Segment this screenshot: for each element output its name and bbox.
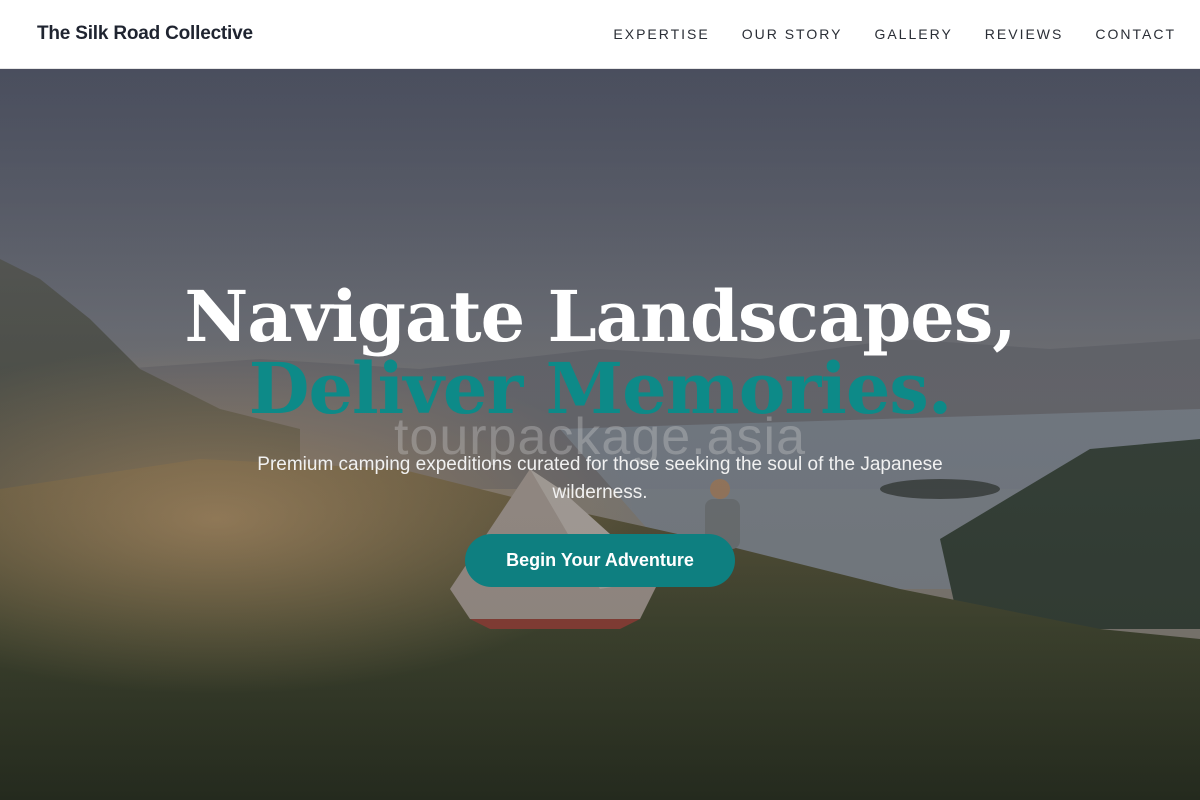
- top-navbar: The Silk Road Collective EXPERTISE OUR S…: [0, 0, 1200, 69]
- nav-link-our-story[interactable]: OUR STORY: [742, 26, 843, 42]
- hero-headline: Navigate Landscapes, Deliver Memories.: [0, 281, 1200, 425]
- nav-link-contact[interactable]: CONTACT: [1095, 26, 1176, 42]
- nav-link-reviews[interactable]: REVIEWS: [985, 26, 1064, 42]
- hero-headline-line1: Navigate Landscapes,: [184, 275, 1016, 358]
- main-nav: EXPERTISE OUR STORY GALLERY REVIEWS CONT…: [613, 26, 1176, 42]
- brand-logo-text[interactable]: The Silk Road Collective: [37, 23, 253, 45]
- hero-content: Navigate Landscapes, Deliver Memories. t…: [0, 69, 1200, 800]
- begin-adventure-button[interactable]: Begin Your Adventure: [465, 534, 735, 587]
- hero-section: Navigate Landscapes, Deliver Memories. t…: [0, 69, 1200, 800]
- hero-subtitle: Premium camping expeditions curated for …: [257, 454, 943, 503]
- nav-link-expertise[interactable]: EXPERTISE: [613, 26, 709, 42]
- nav-link-gallery[interactable]: GALLERY: [874, 26, 952, 42]
